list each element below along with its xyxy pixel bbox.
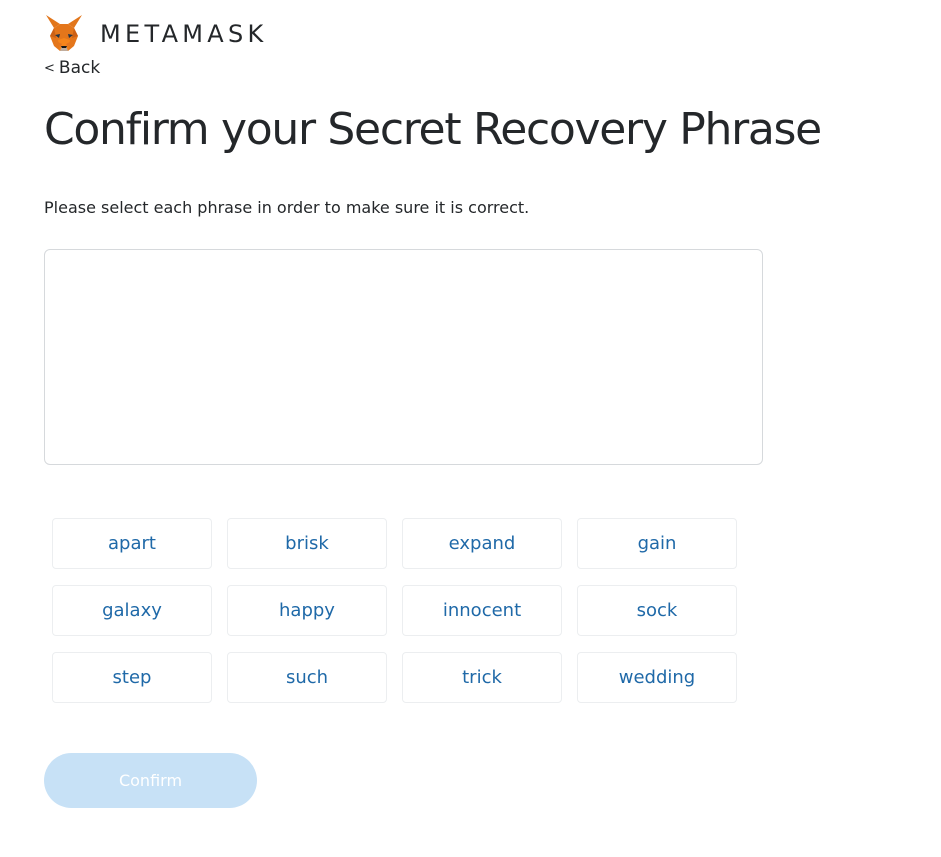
metamask-fox-icon <box>44 14 84 54</box>
word-option[interactable]: apart <box>52 518 212 569</box>
confirm-button[interactable]: Confirm <box>44 753 257 808</box>
back-link[interactable]: < Back <box>44 57 100 79</box>
metamask-wordmark: METAMASK <box>100 20 268 48</box>
word-option[interactable]: step <box>52 652 212 703</box>
word-option[interactable]: gain <box>577 518 737 569</box>
page-title: Confirm your Secret Recovery Phrase <box>44 104 822 155</box>
word-option[interactable]: innocent <box>402 585 562 636</box>
selected-phrase-box[interactable] <box>44 249 763 465</box>
word-option[interactable]: wedding <box>577 652 737 703</box>
word-option[interactable]: such <box>227 652 387 703</box>
page-subtitle: Please select each phrase in order to ma… <box>44 198 530 217</box>
chevron-left-icon: < <box>44 60 55 76</box>
back-label: Back <box>58 58 101 78</box>
word-option[interactable]: brisk <box>227 518 387 569</box>
word-option[interactable]: galaxy <box>52 585 212 636</box>
word-option[interactable]: trick <box>402 652 562 703</box>
metamask-logo: METAMASK <box>44 14 268 54</box>
word-option[interactable]: sock <box>577 585 737 636</box>
word-option[interactable]: expand <box>402 518 562 569</box>
word-option[interactable]: happy <box>227 585 387 636</box>
word-options-grid: apart brisk expand gain galaxy happy inn… <box>52 518 738 703</box>
